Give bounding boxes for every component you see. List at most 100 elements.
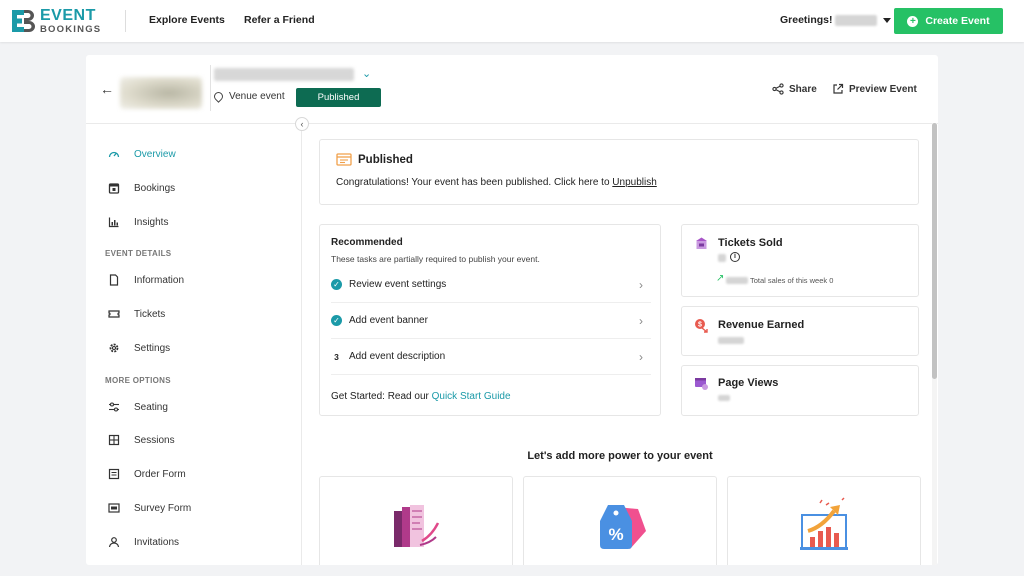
preview-label: Preview Event <box>849 83 917 95</box>
top-navbar: EVENT BOOKINGS Explore Events Refer a Fr… <box>0 0 1024 42</box>
footer-text: Get Started: Read our <box>331 391 432 402</box>
weekly-sales-text: Total sales of this week 0 <box>750 276 834 285</box>
recommended-title: Recommended <box>331 237 403 248</box>
venue-label: Venue event <box>229 91 285 102</box>
sidebar-item-seating[interactable]: Seating <box>108 401 168 413</box>
explore-events-link[interactable]: Explore Events <box>149 14 225 26</box>
task-add-banner[interactable]: ✓ Add event banner › <box>331 303 651 339</box>
sidebar-item-insights[interactable]: Insights <box>108 216 168 228</box>
calendar-icon <box>108 182 120 194</box>
task-review-settings[interactable]: ✓ Review event settings › <box>331 267 651 303</box>
status-badge: Published <box>296 88 381 107</box>
svg-text:%: % <box>608 525 623 544</box>
sidebar-item-tickets[interactable]: Tickets <box>108 308 165 320</box>
published-message-text: Congratulations! Your event has been pub… <box>336 177 613 188</box>
feature-card-discounts[interactable]: % <box>523 476 717 565</box>
published-title: Published <box>358 154 413 166</box>
merchandise-illustration-icon <box>394 505 440 547</box>
gear-icon <box>108 342 120 354</box>
user-name-redacted <box>834 14 877 26</box>
trend-up-icon: ↗ <box>716 273 725 284</box>
sidebar-item-label: Seating <box>134 401 168 413</box>
tickets-sold-title: Tickets Sold <box>718 237 783 249</box>
create-event-button[interactable]: + Create Event <box>894 8 1003 34</box>
sidebar-item-label: Order Form <box>134 468 186 480</box>
refer-friend-link[interactable]: Refer a Friend <box>244 14 315 26</box>
page-views-title: Page Views <box>718 377 779 389</box>
brand-logo[interactable]: EVENT BOOKINGS <box>10 8 101 35</box>
logo-line-2: BOOKINGS <box>40 24 102 35</box>
greeting-text: Greetings! <box>780 14 833 26</box>
scrollbar-thumb[interactable] <box>932 123 937 379</box>
overview-content: Published Congratulations! Your event ha… <box>303 124 921 565</box>
event-dashboard: ← ⌄ Venue event Published Share Preview … <box>86 55 938 565</box>
discount-tag-icon: % <box>600 505 646 549</box>
recommended-subtitle: These tasks are partially required to pu… <box>331 254 540 264</box>
feature-card-merchandise[interactable] <box>319 476 513 565</box>
ticket-booth-icon <box>696 237 707 249</box>
chevron-down-icon[interactable]: ⌄ <box>362 67 371 80</box>
bar-chart-icon <box>108 216 120 228</box>
share-label: Share <box>789 83 817 95</box>
sidebar-item-overview[interactable]: Overview <box>108 148 176 160</box>
published-notice: Published Congratulations! Your event ha… <box>319 139 919 205</box>
growth-chart-icon <box>800 497 848 550</box>
sidebar-item-label: Sessions <box>134 434 175 446</box>
event-type: Venue event <box>212 90 285 103</box>
location-pin-icon <box>212 90 225 103</box>
info-icon[interactable]: i <box>730 252 740 262</box>
plus-circle-icon: + <box>907 15 919 27</box>
share-button[interactable]: Share <box>772 83 817 95</box>
sidebar-item-invitations[interactable]: Invitations <box>108 536 179 548</box>
chevron-right-icon: › <box>639 349 643 364</box>
sidebar-item-bookings[interactable]: Bookings <box>108 182 175 194</box>
revenue-value-redacted <box>718 337 744 344</box>
sidebar-item-label: Overview <box>134 148 176 160</box>
revenue-title: Revenue Earned <box>718 319 805 331</box>
back-arrow-icon[interactable]: ← <box>100 81 114 97</box>
page-views-redacted <box>718 395 730 401</box>
quick-start-guide-link[interactable]: Quick Start Guide <box>432 391 511 402</box>
sidebar-item-information[interactable]: Information <box>108 274 184 286</box>
task-number: 3 <box>334 351 339 362</box>
page-views-icon <box>695 378 708 390</box>
chevron-right-icon: › <box>639 277 643 292</box>
user-menu[interactable]: Greetings! <box>780 14 891 26</box>
event-thumbnail <box>120 77 202 109</box>
tickets-sold-card: Tickets Sold i ↗ Total sales of this wee… <box>681 224 919 297</box>
task-label: Review event settings <box>349 279 447 290</box>
tickets-count-redacted <box>718 254 726 262</box>
chevron-down-icon <box>882 17 891 23</box>
chevron-right-icon: › <box>639 313 643 328</box>
sidebar-item-label: Settings <box>134 342 171 354</box>
svg-text:$: $ <box>698 322 702 329</box>
check-circle-icon: ✓ <box>331 315 342 326</box>
preview-event-button[interactable]: Preview Event <box>832 83 917 95</box>
header-divider <box>210 65 211 111</box>
more-options-heading: MORE OPTIONS <box>105 376 171 385</box>
task-add-description[interactable]: 3 Add event description › <box>331 339 651 375</box>
add-power-heading: Let's add more power to your event <box>527 450 713 462</box>
revenue-icon: $ <box>695 319 708 333</box>
sidebar-item-order-form[interactable]: Order Form <box>108 468 186 480</box>
form-icon <box>108 468 120 480</box>
survey-icon <box>108 502 120 514</box>
feature-card-growth[interactable] <box>727 476 921 565</box>
sidebar-item-settings[interactable]: Settings <box>108 342 170 354</box>
calendar-check-icon <box>336 153 352 166</box>
gauge-icon <box>108 148 120 160</box>
unpublish-link[interactable]: Unpublish <box>612 177 656 188</box>
create-event-label: Create Event <box>925 15 990 27</box>
sidebar-item-label: Survey Form <box>134 502 192 514</box>
quick-start-footer: Get Started: Read our Quick Start Guide <box>331 391 511 402</box>
check-circle-icon: ✓ <box>331 279 342 290</box>
sidebar-item-label: Information <box>134 274 185 286</box>
sidebar-item-label: Insights <box>134 216 169 228</box>
task-label: Add event banner <box>349 315 428 326</box>
published-message: Congratulations! Your event has been pub… <box>336 177 657 188</box>
event-details-heading: EVENT DETAILS <box>105 249 172 258</box>
grid-icon <box>108 434 120 446</box>
document-icon <box>108 274 120 286</box>
sidebar-item-survey-form[interactable]: Survey Form <box>108 502 191 514</box>
sidebar-item-sessions[interactable]: Sessions <box>108 434 175 446</box>
